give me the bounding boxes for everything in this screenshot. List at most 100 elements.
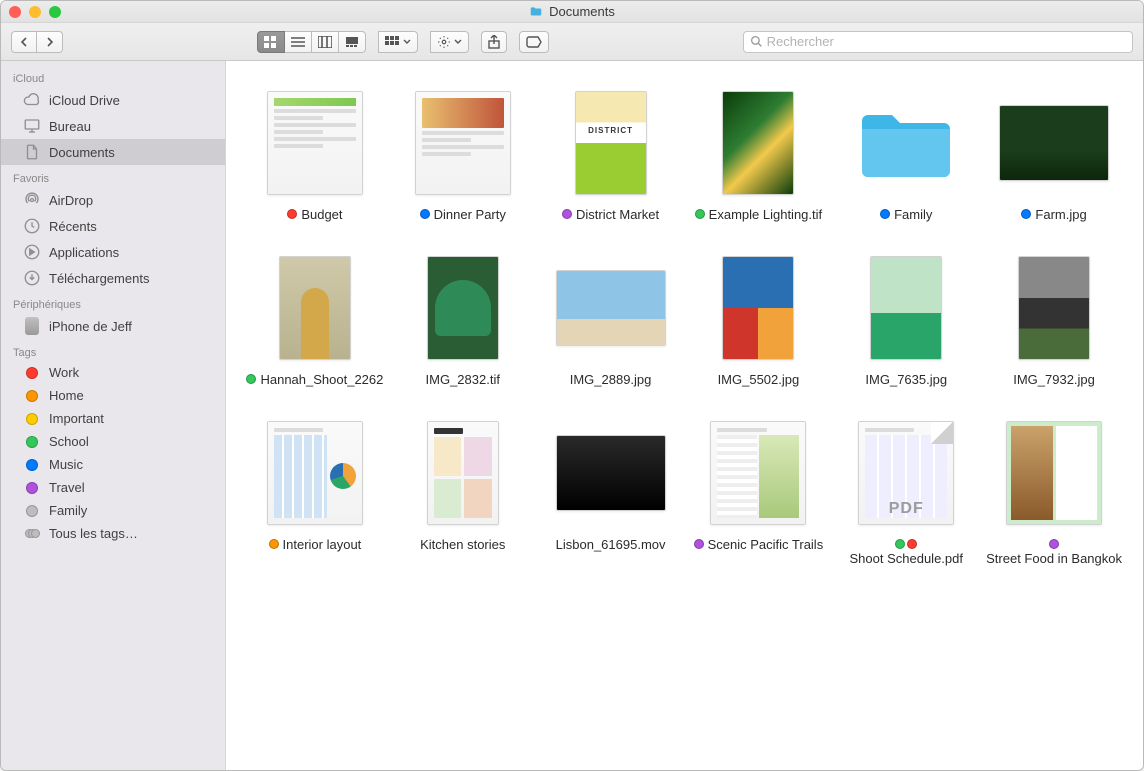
file-item[interactable]: Hannah_Shoot_2262 — [246, 254, 384, 389]
file-name: Lisbon_61695.mov — [556, 537, 666, 554]
file-thumbnail — [267, 419, 363, 527]
sidebar-item-label: Music — [49, 457, 83, 472]
file-thumbnail — [999, 89, 1109, 197]
sidebar-item-tag-travel[interactable]: Travel — [1, 476, 225, 499]
file-thumbnail: DISTRICT — [575, 89, 647, 197]
close-button[interactable] — [9, 6, 21, 18]
file-thumbnail — [427, 419, 499, 527]
file-item[interactable]: IMG_7635.jpg — [837, 254, 975, 389]
sidebar-item-label: AirDrop — [49, 193, 93, 208]
file-item[interactable]: IMG_5502.jpg — [689, 254, 827, 389]
file-thumbnail — [427, 254, 499, 362]
file-item[interactable]: Family — [837, 89, 975, 224]
file-thumbnail — [279, 254, 351, 362]
file-thumbnail — [415, 89, 511, 197]
file-label: IMG_7932.jpg — [1013, 372, 1095, 389]
zoom-button[interactable] — [49, 6, 61, 18]
sidebar-item-tag-important[interactable]: Important — [1, 407, 225, 430]
search-input[interactable] — [767, 34, 1126, 49]
file-item[interactable]: Scenic Pacific Trails — [689, 419, 827, 568]
sidebar-item-label: Travel — [49, 480, 85, 495]
tag-dot-icon — [269, 539, 279, 549]
sidebar-item-label: Récents — [49, 219, 97, 234]
file-label: Street Food in Bangkok — [985, 537, 1123, 568]
file-name: IMG_2889.jpg — [570, 372, 652, 389]
action-group — [430, 31, 470, 53]
cloud-icon — [23, 91, 41, 109]
file-thumbnail — [851, 89, 961, 197]
tag-dot-icon — [420, 209, 430, 219]
arrange-button[interactable] — [378, 31, 418, 53]
sidebar-item-iphone-jeff[interactable]: iPhone de Jeff — [1, 313, 225, 339]
device-icon — [25, 317, 39, 335]
view-list-button[interactable] — [285, 31, 312, 53]
file-thumbnail — [858, 419, 954, 527]
file-name: Hannah_Shoot_2262 — [260, 372, 383, 389]
file-item[interactable]: IMG_2832.tif — [394, 254, 532, 389]
window-title: Documents — [1, 4, 1143, 19]
sidebar-item-icloud-drive[interactable]: iCloud Drive — [1, 87, 225, 113]
tag-dot-icon — [26, 482, 38, 494]
sidebar-item-tag-all[interactable]: Tous les tags… — [1, 522, 225, 545]
file-thumbnail — [267, 89, 363, 197]
sidebar-item-airdrop[interactable]: AirDrop — [1, 187, 225, 213]
sidebar-item-bureau[interactable]: Bureau — [1, 113, 225, 139]
file-thumbnail — [556, 419, 666, 527]
action-button[interactable] — [430, 31, 470, 53]
sidebar-item-tag-work[interactable]: Work — [1, 361, 225, 384]
sidebar-item-applications[interactable]: Applications — [1, 239, 225, 265]
view-columns-button[interactable] — [312, 31, 339, 53]
sidebar-item-label: Important — [49, 411, 104, 426]
sidebar-item-tag-school[interactable]: School — [1, 430, 225, 453]
nav-buttons — [11, 31, 63, 53]
file-item[interactable]: IMG_7932.jpg — [985, 254, 1123, 389]
file-thumbnail — [1006, 419, 1102, 527]
file-thumbnail — [556, 254, 666, 362]
sidebar-item-label: iPhone de Jeff — [49, 319, 132, 334]
file-name: Street Food in Bangkok — [986, 551, 1122, 568]
file-item[interactable]: Shoot Schedule.pdf — [837, 419, 975, 568]
sidebar-item-label: Work — [49, 365, 79, 380]
file-thumbnail — [722, 254, 794, 362]
view-gallery-button[interactable] — [339, 31, 366, 53]
content-area[interactable]: Budget Dinner PartyDISTRICTDistrict Marke… — [226, 61, 1143, 770]
sidebar-item-tag-music[interactable]: Music — [1, 453, 225, 476]
sidebar-item-downloads[interactable]: Téléchargements — [1, 265, 225, 291]
back-button[interactable] — [11, 31, 37, 53]
sidebar-item-recents[interactable]: Récents — [1, 213, 225, 239]
sidebar-item-label: iCloud Drive — [49, 93, 120, 108]
file-item[interactable]: Farm.jpg — [985, 89, 1123, 224]
tag-dot-icon — [26, 436, 38, 448]
file-item[interactable]: Lisbon_61695.mov — [542, 419, 680, 568]
minimize-button[interactable] — [29, 6, 41, 18]
file-label: IMG_2832.tif — [426, 372, 500, 389]
toolbar — [1, 23, 1143, 61]
doc-icon — [23, 143, 41, 161]
file-item[interactable]: Example Lighting.tif — [689, 89, 827, 224]
forward-button[interactable] — [37, 31, 63, 53]
share-button[interactable] — [481, 31, 507, 53]
sidebar-item-tag-family[interactable]: Family — [1, 499, 225, 522]
file-item[interactable]: Kitchen stories — [394, 419, 532, 568]
file-label: Example Lighting.tif — [695, 207, 822, 224]
all-tags-icon — [25, 528, 39, 540]
view-icons-button[interactable] — [257, 31, 285, 53]
file-name: Farm.jpg — [1035, 207, 1086, 224]
sidebar-item-tag-home[interactable]: Home — [1, 384, 225, 407]
search-field[interactable] — [743, 31, 1133, 53]
file-item[interactable]: Dinner Party — [394, 89, 532, 224]
download-icon — [23, 269, 41, 287]
file-item[interactable]: DISTRICTDistrict Market — [542, 89, 680, 224]
file-item[interactable]: IMG_2889.jpg — [542, 254, 680, 389]
file-label: Budget — [287, 207, 342, 224]
view-switcher — [257, 31, 366, 53]
sidebar-item-documents[interactable]: Documents — [1, 139, 225, 165]
tags-button[interactable] — [519, 31, 549, 53]
file-item[interactable]: Street Food in Bangkok — [985, 419, 1123, 568]
window-body: iCloudiCloud DriveBureauDocumentsFavoris… — [1, 61, 1143, 770]
file-name: IMG_7932.jpg — [1013, 372, 1095, 389]
file-label: Lisbon_61695.mov — [556, 537, 666, 554]
file-item[interactable]: Interior layout — [246, 419, 384, 568]
file-item[interactable]: Budget — [246, 89, 384, 224]
file-thumbnail — [710, 419, 806, 527]
